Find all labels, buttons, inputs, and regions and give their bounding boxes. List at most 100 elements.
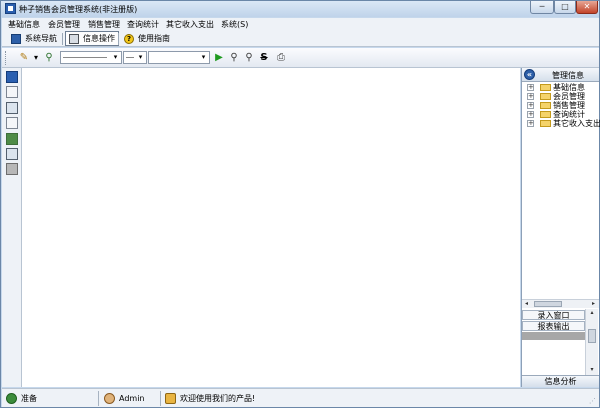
- collapse-icon[interactable]: «: [524, 69, 535, 80]
- print-icon[interactable]: ⎙: [274, 51, 288, 65]
- status-bar: 准备 Admin 欢迎使用我们的产品! ⋰: [2, 388, 599, 407]
- list-vertical-scrollbar[interactable]: ▴ ▾: [585, 309, 598, 375]
- scroll-thumb[interactable]: [588, 329, 596, 343]
- menu-system[interactable]: 系统(S): [221, 19, 248, 30]
- menu-query-statistics[interactable]: 查询统计: [127, 19, 159, 30]
- management-tree: + 基础信息 + 会员管理 + 销售管理 + 查询统计 + 其它收入支出: [526, 83, 600, 128]
- trash-icon[interactable]: [6, 163, 18, 175]
- status-message-text: 欢迎使用我们的产品!: [180, 394, 256, 403]
- operator-select[interactable]: ▾: [123, 51, 147, 64]
- folder-icon: [540, 84, 551, 91]
- status-ready: 准备: [6, 391, 37, 406]
- minimize-button[interactable]: ─: [530, 1, 554, 14]
- chevron-down-icon: ▾: [201, 53, 206, 61]
- tree-item-label: 其它收入支出: [553, 119, 600, 128]
- tree-item-basic-info[interactable]: + 基础信息: [526, 83, 600, 92]
- list-item-entry-window[interactable]: 录入窗口: [522, 310, 585, 320]
- window-view-icon[interactable]: [6, 71, 18, 83]
- menu-bar: 基础信息 会员管理 销售管理 查询统计 其它收入支出 系统(S): [2, 18, 599, 30]
- menu-member-management[interactable]: 会员管理: [48, 19, 80, 30]
- menu-sales-management[interactable]: 销售管理: [88, 19, 120, 30]
- export-icon[interactable]: [6, 133, 18, 145]
- users-icon[interactable]: [6, 148, 18, 160]
- folder-icon: [540, 111, 551, 118]
- scroll-down-icon[interactable]: ▾: [586, 366, 598, 374]
- list-item-selected[interactable]: [522, 332, 585, 340]
- folder-icon: [540, 102, 551, 109]
- tab-label: 系统导航: [25, 34, 57, 43]
- toolbar-grip[interactable]: [5, 51, 8, 65]
- filter-icon[interactable]: ⚲: [42, 51, 56, 65]
- help-icon: ?: [124, 33, 134, 44]
- panel-footer-info-analysis[interactable]: 信息分析: [522, 375, 599, 387]
- menu-other-income-expense[interactable]: 其它收入支出: [166, 19, 214, 30]
- tree-item-query-statistics[interactable]: + 查询统计: [526, 110, 600, 119]
- scroll-right-icon[interactable]: ▸: [589, 300, 598, 308]
- chevron-down-icon: ▾: [138, 53, 143, 61]
- clear-filter-icon[interactable]: S: [257, 51, 271, 65]
- value-input[interactable]: ▾: [148, 51, 210, 64]
- tree-item-other-income-expense[interactable]: + 其它收入支出: [526, 119, 600, 128]
- toolbar: ✎ ▾ ⚲ ▾ ▾ ▾ ▶ ⚲ ⚲ S ⎙: [2, 48, 599, 68]
- expand-icon[interactable]: +: [527, 102, 534, 109]
- resize-grip-icon[interactable]: ⋰: [589, 397, 597, 405]
- close-button[interactable]: ✕: [576, 1, 598, 14]
- list-item-report-output[interactable]: 报表输出: [522, 321, 585, 331]
- nav-tab-bar: 系统导航 信息操作 ? 使用指南: [2, 30, 599, 47]
- folder-icon: [540, 120, 551, 127]
- work-area[interactable]: [22, 68, 520, 387]
- find-icon[interactable]: ⚲: [227, 51, 241, 65]
- tab-label: 信息操作: [83, 34, 115, 43]
- menu-basic-info[interactable]: 基础信息: [8, 19, 40, 30]
- tree-item-label: 会员管理: [553, 92, 585, 101]
- scroll-left-icon[interactable]: ◂: [522, 300, 531, 308]
- maximize-button[interactable]: □: [554, 1, 576, 14]
- status-divider: [98, 391, 99, 406]
- tab-divider: [62, 33, 63, 45]
- scroll-up-icon[interactable]: ▴: [586, 309, 598, 317]
- panel-title: 管理信息: [552, 71, 584, 80]
- expand-icon[interactable]: +: [527, 120, 534, 127]
- expand-icon[interactable]: +: [527, 93, 534, 100]
- message-icon: [165, 393, 176, 404]
- status-user-text: Admin: [119, 394, 145, 403]
- tab-info-operation[interactable]: 信息操作: [65, 31, 119, 46]
- document-icon[interactable]: [6, 102, 18, 114]
- tree-item-label: 基础信息: [553, 83, 585, 92]
- status-ready-text: 准备: [21, 394, 37, 403]
- status-message: 欢迎使用我们的产品!: [165, 391, 255, 406]
- title-bar[interactable]: 种子销售会员管理系统(非注册版) ─ □ ✕: [1, 1, 599, 17]
- expand-icon[interactable]: +: [527, 84, 534, 91]
- status-user: Admin: [104, 391, 145, 406]
- tree-item-label: 查询统计: [553, 110, 585, 119]
- cut-icon[interactable]: [6, 86, 18, 98]
- edit-pencil-icon[interactable]: ✎: [17, 51, 31, 65]
- tree-horizontal-scrollbar[interactable]: ◂ ▸: [522, 299, 599, 308]
- select-value-placeholder: [63, 57, 107, 58]
- tab-system-navigation[interactable]: 系统导航: [8, 31, 60, 46]
- scroll-thumb[interactable]: [534, 301, 562, 307]
- find-next-icon[interactable]: ⚲: [242, 51, 256, 65]
- status-divider: [160, 391, 161, 406]
- tab-user-guide[interactable]: ? 使用指南: [121, 31, 173, 46]
- run-query-icon[interactable]: ▶: [212, 51, 226, 65]
- chevron-down-icon: ▾: [113, 53, 118, 61]
- management-panel: « 管理信息 + 基础信息 + 会员管理 + 销售管理 + 查询统计 + 其它收…: [521, 68, 600, 387]
- folder-icon: [540, 93, 551, 100]
- tree-item-member-management[interactable]: + 会员管理: [526, 92, 600, 101]
- field-select[interactable]: ▾: [60, 51, 122, 64]
- window-title: 种子销售会员管理系统(非注册版): [19, 5, 138, 14]
- window-list: 录入窗口 报表输出 ▴ ▾: [522, 309, 599, 375]
- ready-icon: [6, 393, 17, 404]
- tab-label: 使用指南: [138, 34, 170, 43]
- tab-divider: [118, 33, 119, 45]
- info-operation-icon: [69, 33, 79, 44]
- left-tool-strip: [2, 68, 22, 387]
- main-window: 种子销售会员管理系统(非注册版) ─ □ ✕ 基础信息 会员管理 销售管理 查询…: [0, 0, 600, 408]
- expand-icon[interactable]: +: [527, 111, 534, 118]
- pencil-dropdown-icon[interactable]: ▾: [32, 51, 40, 65]
- tree-item-sales-management[interactable]: + 销售管理: [526, 101, 600, 110]
- panel-header: « 管理信息: [522, 68, 599, 82]
- user-icon: [104, 393, 115, 404]
- list-icon[interactable]: [6, 117, 18, 129]
